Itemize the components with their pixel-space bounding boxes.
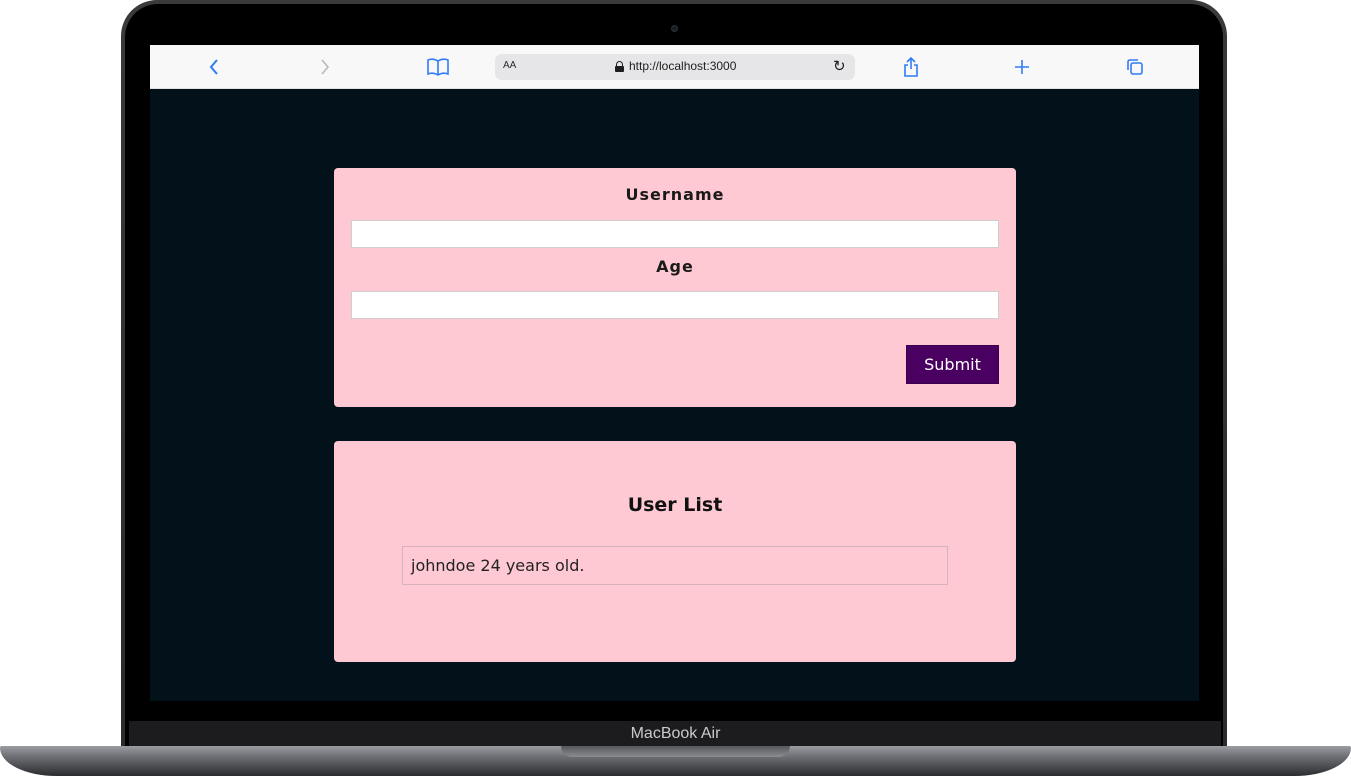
forward-icon[interactable] (311, 53, 339, 81)
browser-toolbar: AA http://localhost:3000 ↻ (150, 45, 1199, 89)
tabs-icon[interactable] (1121, 53, 1149, 81)
laptop-notch (561, 746, 790, 757)
lock-icon (615, 60, 624, 72)
add-user-form: Username Age Submit (334, 168, 1016, 407)
url-text: http://localhost:3000 (629, 59, 737, 73)
bookmarks-icon[interactable] (424, 53, 452, 81)
username-input[interactable] (351, 220, 999, 248)
list-item: johndoe 24 years old. (402, 546, 948, 585)
age-input[interactable] (351, 291, 999, 319)
reload-icon[interactable]: ↻ (833, 57, 846, 75)
browser-screen: AA http://localhost:3000 ↻ Username Age (150, 45, 1199, 701)
user-list-card: User List johndoe 24 years old. (334, 441, 1016, 662)
user-list-title: User List (627, 494, 723, 516)
url-display: http://localhost:3000 (615, 59, 736, 73)
username-label: Username (625, 185, 725, 204)
new-tab-icon[interactable] (1008, 53, 1036, 81)
address-bar[interactable]: AA http://localhost:3000 ↻ (495, 54, 855, 80)
text-size-button[interactable]: AA (503, 60, 516, 71)
submit-button[interactable]: Submit (906, 345, 999, 384)
back-icon[interactable] (200, 53, 228, 81)
device-brand-label: MacBook Air (630, 725, 721, 742)
camera-icon (671, 25, 678, 32)
share-icon[interactable] (897, 53, 925, 81)
age-label: Age (656, 257, 694, 276)
laptop-mockup: AA http://localhost:3000 ↻ Username Age (0, 0, 1351, 776)
